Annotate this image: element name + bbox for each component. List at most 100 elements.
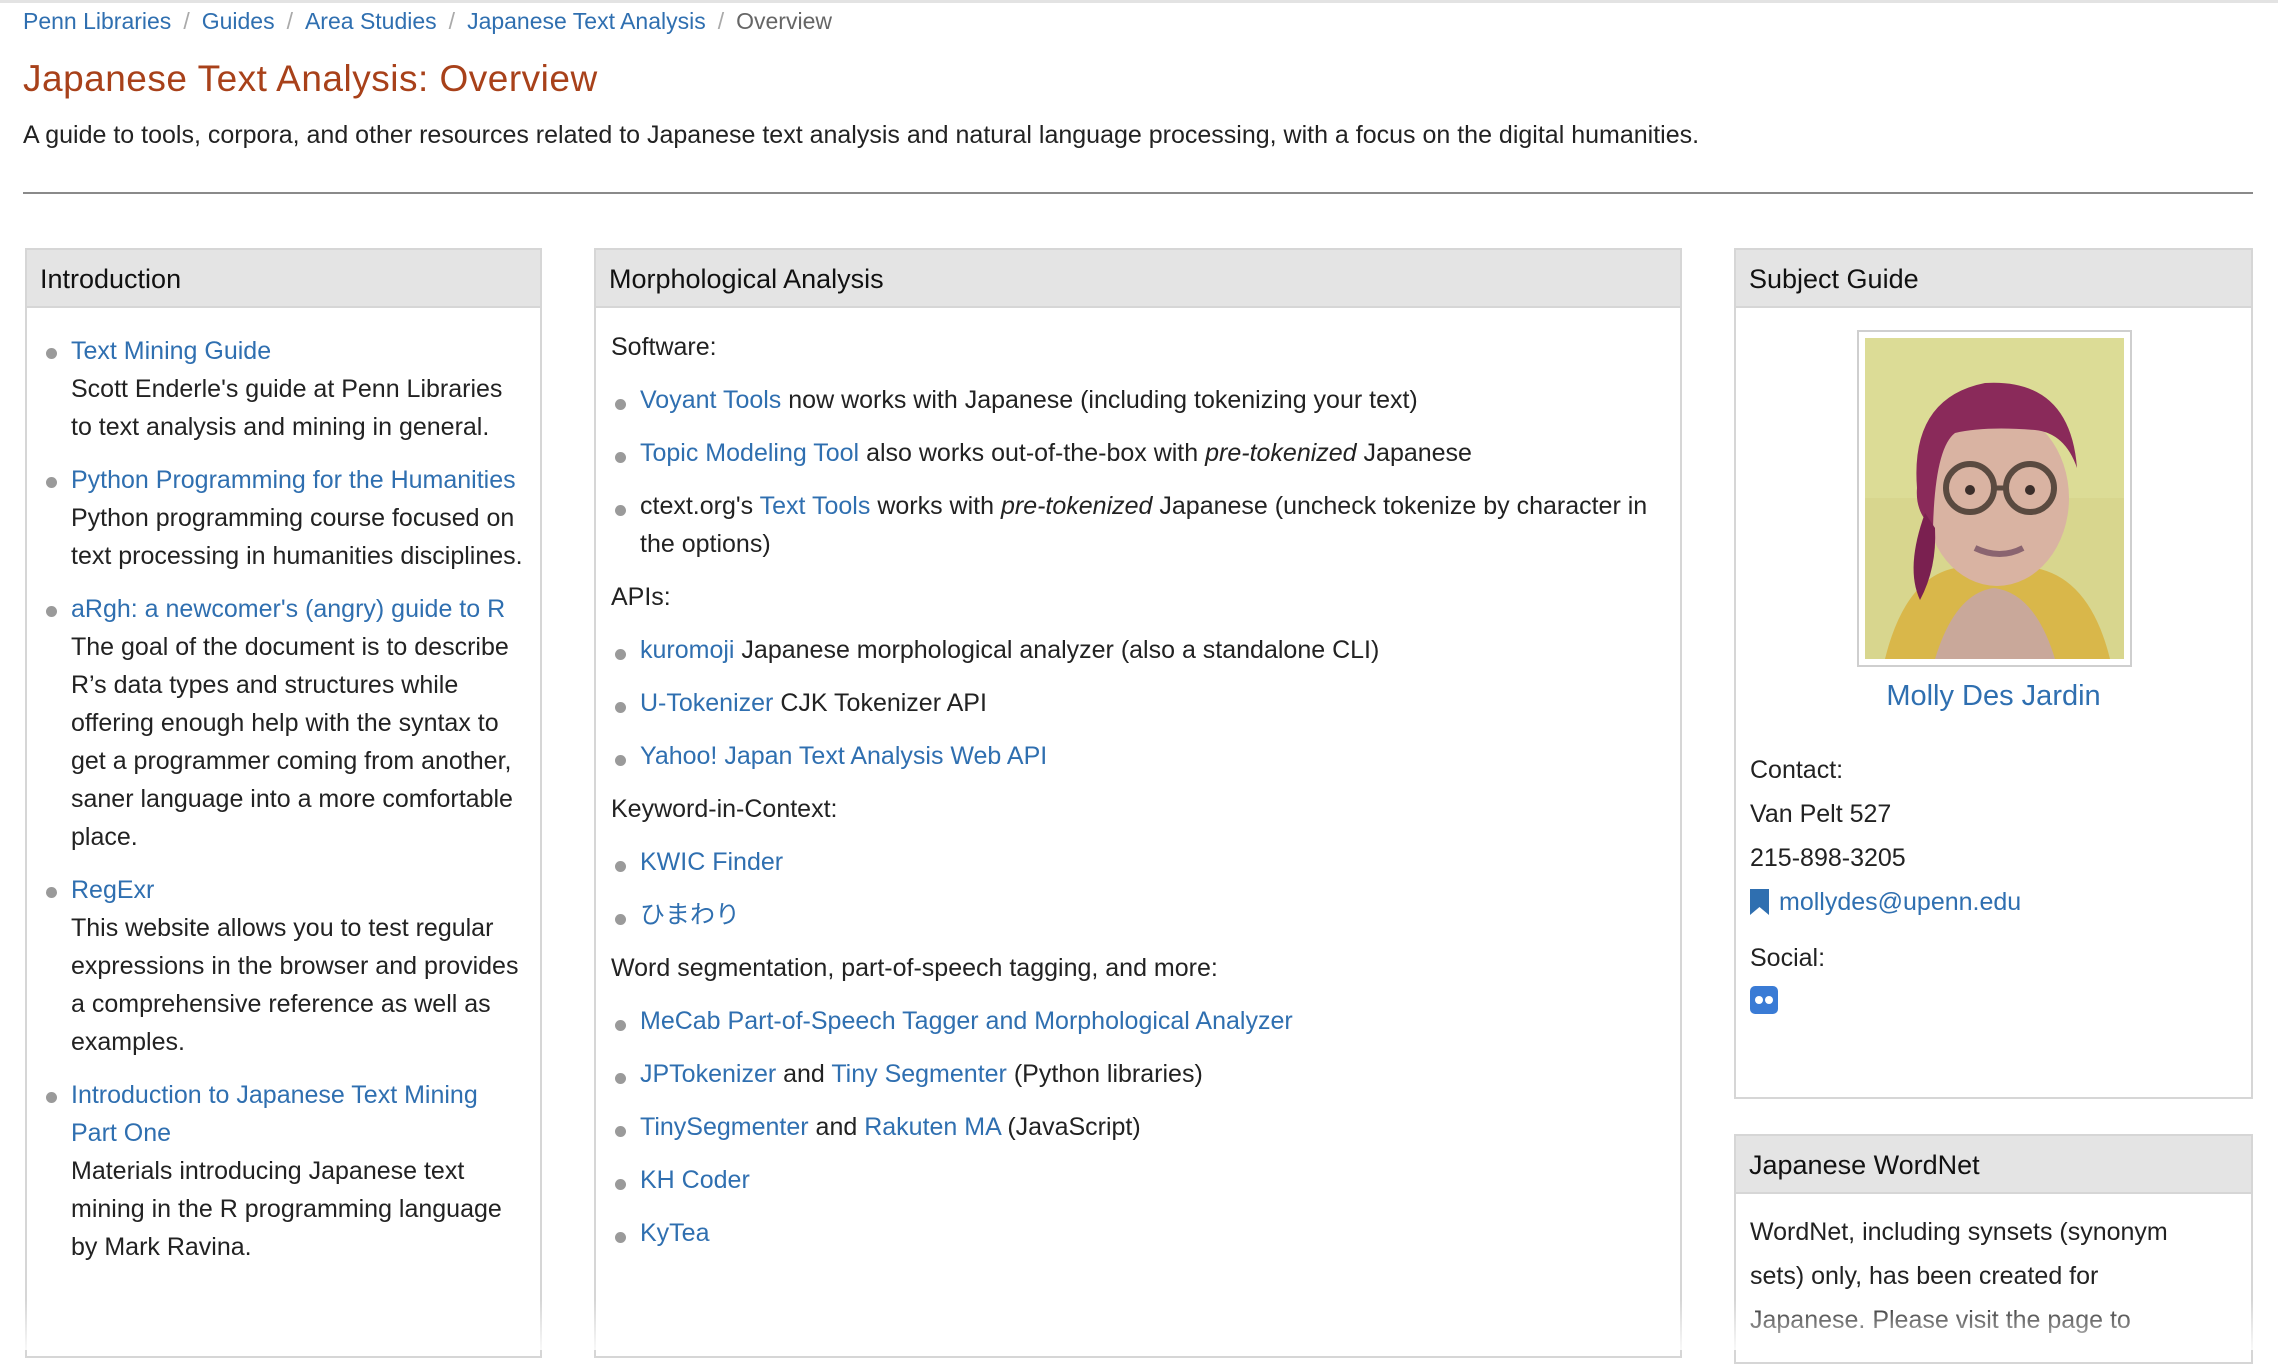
link-yahoo-japan-api[interactable]: Yahoo! Japan Text Analysis Web API (640, 742, 1047, 770)
librarian-photo (1857, 330, 2132, 667)
bullet-icon (615, 914, 626, 925)
item-description: This website allows you to test regular … (71, 914, 519, 1056)
list-item: kuromoji Japanese morphological analyzer… (611, 631, 1670, 669)
bullet-icon (615, 1020, 626, 1031)
item-text: and (776, 1060, 832, 1088)
breadcrumb-separator: / (717, 8, 725, 34)
list-item: aRgh: a newcomer's (angry) guide to R The… (27, 590, 540, 856)
item-description: The goal of the document is to describe … (71, 633, 513, 851)
introduction-heading: Introduction (27, 250, 540, 308)
wordnet-text-line: WordNet, including synsets (synonym (1750, 1218, 2168, 1246)
page-description: A guide to tools, corpora, and other res… (23, 121, 1700, 149)
link-kh-coder[interactable]: KH Coder (640, 1166, 750, 1194)
item-text: works with (870, 492, 1001, 520)
bullet-icon (615, 755, 626, 766)
portrait-illustration (1865, 338, 2124, 659)
apis-label: APIs: (611, 583, 671, 611)
bullet-icon (46, 887, 57, 898)
japanese-wordnet-box: Japanese WordNet WordNet, including syns… (1734, 1134, 2253, 1364)
link-mecab[interactable]: MeCab Part-of-Speech Tagger and Morpholo… (640, 1007, 1293, 1035)
list-item: Topic Modeling Tool also works out-of-th… (611, 434, 1670, 472)
item-text: now works with Japanese (including token… (781, 386, 1418, 414)
office-location: Van Pelt 527 (1750, 800, 1892, 828)
breadcrumb-link-area-studies[interactable]: Area Studies (305, 8, 437, 34)
email-row: mollydes@upenn.edu (1750, 880, 2021, 924)
breadcrumb-link-guides[interactable]: Guides (202, 8, 275, 34)
link-topic-modeling-tool[interactable]: Topic Modeling Tool (640, 439, 859, 467)
subject-guide-heading: Subject Guide (1736, 250, 2251, 308)
link-himawari[interactable]: ひまわり (640, 901, 740, 929)
item-text: Japanese morphological analyzer (also a … (734, 636, 1380, 664)
list-item: RegExr This website allows you to test re… (27, 871, 540, 1061)
link-voyant-tools[interactable]: Voyant Tools (640, 386, 781, 414)
list-item: Yahoo! Japan Text Analysis Web API (611, 737, 1670, 775)
item-text: Japanese (1356, 439, 1472, 467)
avatar (1865, 338, 2124, 659)
software-label: Software: (611, 333, 717, 361)
header-divider (23, 192, 2253, 194)
breadcrumb-current: Overview (736, 8, 832, 34)
segmentation-label: Word segmentation, part-of-speech taggin… (611, 954, 1218, 982)
link-tinysegmenter[interactable]: TinySegmenter (640, 1113, 809, 1141)
link-u-tokenizer[interactable]: U-Tokenizer (640, 689, 773, 717)
item-description: Materials introducing Japanese text mini… (71, 1157, 502, 1261)
kwic-label: Keyword-in-Context: (611, 795, 838, 823)
page-title: Japanese Text Analysis: Overview (23, 58, 598, 99)
link-jptokenizer[interactable]: JPTokenizer (640, 1060, 776, 1088)
breadcrumb-separator: / (286, 8, 293, 34)
bullet-icon (46, 606, 57, 617)
list-item: Text Mining Guide Scott Enderle's guide a… (27, 332, 540, 446)
breadcrumb-link-guide[interactable]: Japanese Text Analysis (467, 8, 706, 34)
japanese-wordnet-heading: Japanese WordNet (1736, 1136, 2251, 1194)
bullet-icon (615, 452, 626, 463)
kwic-list: KWIC Finder ひまわり (611, 843, 1670, 934)
contact-label: Contact: (1750, 756, 1844, 784)
list-item: MeCab Part-of-Speech Tagger and Morpholo… (611, 1002, 1670, 1040)
bullet-icon (615, 1179, 626, 1190)
list-item: JPTokenizer and Tiny Segmenter (Python l… (611, 1055, 1670, 1093)
list-item: KWIC Finder (611, 843, 1670, 881)
wordnet-text-line: Japanese. Please visit the page to (1750, 1306, 2131, 1334)
introduction-list: Text Mining Guide Scott Enderle's guide a… (27, 332, 540, 1266)
bullet-icon (615, 1126, 626, 1137)
item-text: (Python libraries) (1006, 1060, 1203, 1088)
list-item: Voyant Tools now works with Japanese (in… (611, 381, 1670, 419)
link-python-programming[interactable]: Python Programming for the Humanities (71, 466, 516, 494)
bullet-icon (615, 505, 626, 516)
link-argh-guide[interactable]: aRgh: a newcomer's (angry) guide to R (71, 595, 505, 623)
breadcrumb: Penn Libraries / Guides / Area Studies / Japan… (23, 8, 832, 35)
social-label: Social: (1750, 944, 1826, 972)
item-emphasis: pre-tokenized (1000, 492, 1153, 520)
flickr-icon[interactable] (1750, 986, 1778, 1014)
contact-block: Contact: Van Pelt 527 215-898-3205 molly… (1750, 748, 2021, 1028)
item-text: CJK Tokenizer API (773, 689, 987, 717)
link-kuromoji[interactable]: kuromoji (640, 636, 734, 664)
link-text-mining-guide[interactable]: Text Mining Guide (71, 337, 271, 365)
item-text: (JavaScript) (1000, 1113, 1141, 1141)
link-text-tools[interactable]: Text Tools (760, 492, 871, 520)
item-description: Python programming course focused on tex… (71, 504, 523, 570)
link-regexr[interactable]: RegExr (71, 876, 154, 904)
item-text: and (808, 1113, 865, 1141)
librarian-name-link[interactable]: Molly Des Jardin (1736, 680, 2251, 713)
breadcrumb-separator: / (448, 8, 456, 34)
link-kwic-finder[interactable]: KWIC Finder (640, 848, 783, 876)
list-item: Introduction to Japanese Text Mining Par… (27, 1076, 540, 1266)
bullet-icon (46, 477, 57, 488)
list-item: ctext.org's Text Tools works with pre-to… (611, 487, 1670, 563)
segmentation-list: MeCab Part-of-Speech Tagger and Morpholo… (611, 1002, 1670, 1252)
email-link[interactable]: mollydes@upenn.edu (1779, 880, 2021, 924)
bullet-icon (615, 1073, 626, 1084)
bullet-icon (46, 348, 57, 359)
bullet-icon (615, 702, 626, 713)
wordnet-text: WordNet, including synsets (synonym sets… (1736, 1194, 2251, 1342)
link-kytea[interactable]: KyTea (640, 1219, 709, 1247)
link-japanese-text-mining[interactable]: Introduction to Japanese Text Mining Par… (71, 1081, 478, 1147)
breadcrumb-link-penn-libraries[interactable]: Penn Libraries (23, 8, 171, 34)
morphological-analysis-box: Morphological Analysis Software: Voyant … (594, 248, 1682, 1358)
item-text: also works out-of-the-box with (859, 439, 1206, 467)
wordnet-text-line: sets) only, has been created for (1750, 1262, 2099, 1290)
breadcrumb-separator: / (183, 8, 190, 34)
link-rakuten-ma[interactable]: Rakuten MA (864, 1113, 1000, 1141)
link-tiny-segmenter[interactable]: Tiny Segmenter (831, 1060, 1007, 1088)
